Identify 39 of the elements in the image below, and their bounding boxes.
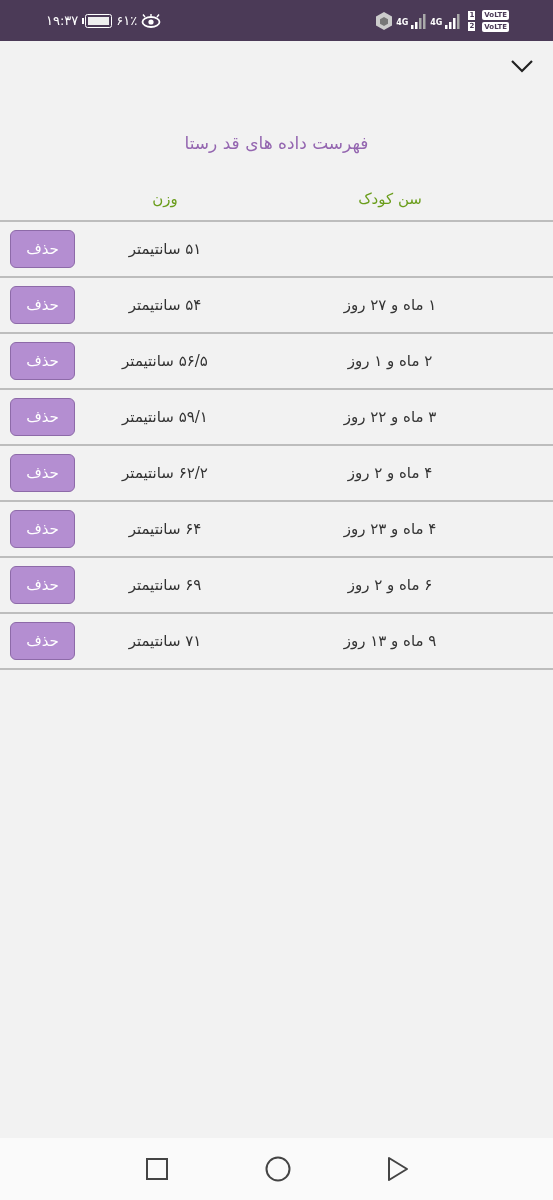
chevron-down-icon[interactable] xyxy=(510,59,534,73)
eye-icon xyxy=(141,13,162,28)
table-cell-text: ۵۶/۵ سانتیمتر xyxy=(120,352,209,370)
table-cell-text: ۶۲/۲ سانتیمتر xyxy=(120,464,209,482)
table-cell-text: ۵۹/۱ سانتیمتر xyxy=(120,408,209,426)
table-cell-text: ۳ ماه و ۲۲ روز xyxy=(342,408,438,426)
table-cell-text: ۹ ماه و ۱۳ روز xyxy=(342,632,438,650)
battery-icon xyxy=(82,13,113,28)
table-cell-text: ۵۴ سانتیمتر xyxy=(127,296,203,314)
delete-button[interactable]: حذف xyxy=(10,510,75,548)
table-cell-text: ۲ ماه و ۱ روز xyxy=(346,352,434,370)
hexagon-icon xyxy=(375,10,394,31)
table-cell-text: ۶۴ سانتیمتر xyxy=(127,520,203,538)
column-header: سن کودک xyxy=(357,189,423,208)
page-title: فهرست داده های قد رستا xyxy=(183,133,370,156)
table-cell-text: ۷۱ سانتیمتر xyxy=(127,632,203,650)
delete-button[interactable]: حذف xyxy=(10,230,75,268)
table-cell-text: ۵۱ سانتیمتر xyxy=(127,240,203,258)
back-icon[interactable] xyxy=(386,1156,409,1182)
table-cell-text: ۶۹ سانتیمتر xyxy=(127,576,203,594)
table-cell-text: ۱ ماه و ۲۷ روز xyxy=(342,296,438,314)
battery-percent: ۶۱٪ xyxy=(116,13,138,28)
delete-button[interactable]: حذف xyxy=(10,286,75,324)
recents-icon[interactable] xyxy=(144,1157,169,1181)
signal-icon xyxy=(445,12,462,29)
table-cell-text: ۶ ماه و ۲ روز xyxy=(346,576,434,594)
delete-button[interactable]: حذف xyxy=(10,398,75,436)
delete-button[interactable]: حذف xyxy=(10,622,75,660)
delete-button[interactable]: حذف xyxy=(10,566,75,604)
delete-button[interactable]: حذف xyxy=(10,342,75,380)
signal-icon xyxy=(411,12,428,29)
column-header: وزن xyxy=(151,189,179,208)
table-cell-text: ۴ ماه و ۲۳ روز xyxy=(342,520,438,538)
delete-button[interactable]: حذف xyxy=(10,454,75,492)
home-icon[interactable] xyxy=(264,1156,291,1182)
clock: ۱۹:۳۷ xyxy=(46,13,79,28)
network-type: 4G xyxy=(396,17,409,27)
table-cell-text: ۴ ماه و ۲ روز xyxy=(346,464,434,482)
network-type: 4G xyxy=(430,17,443,27)
